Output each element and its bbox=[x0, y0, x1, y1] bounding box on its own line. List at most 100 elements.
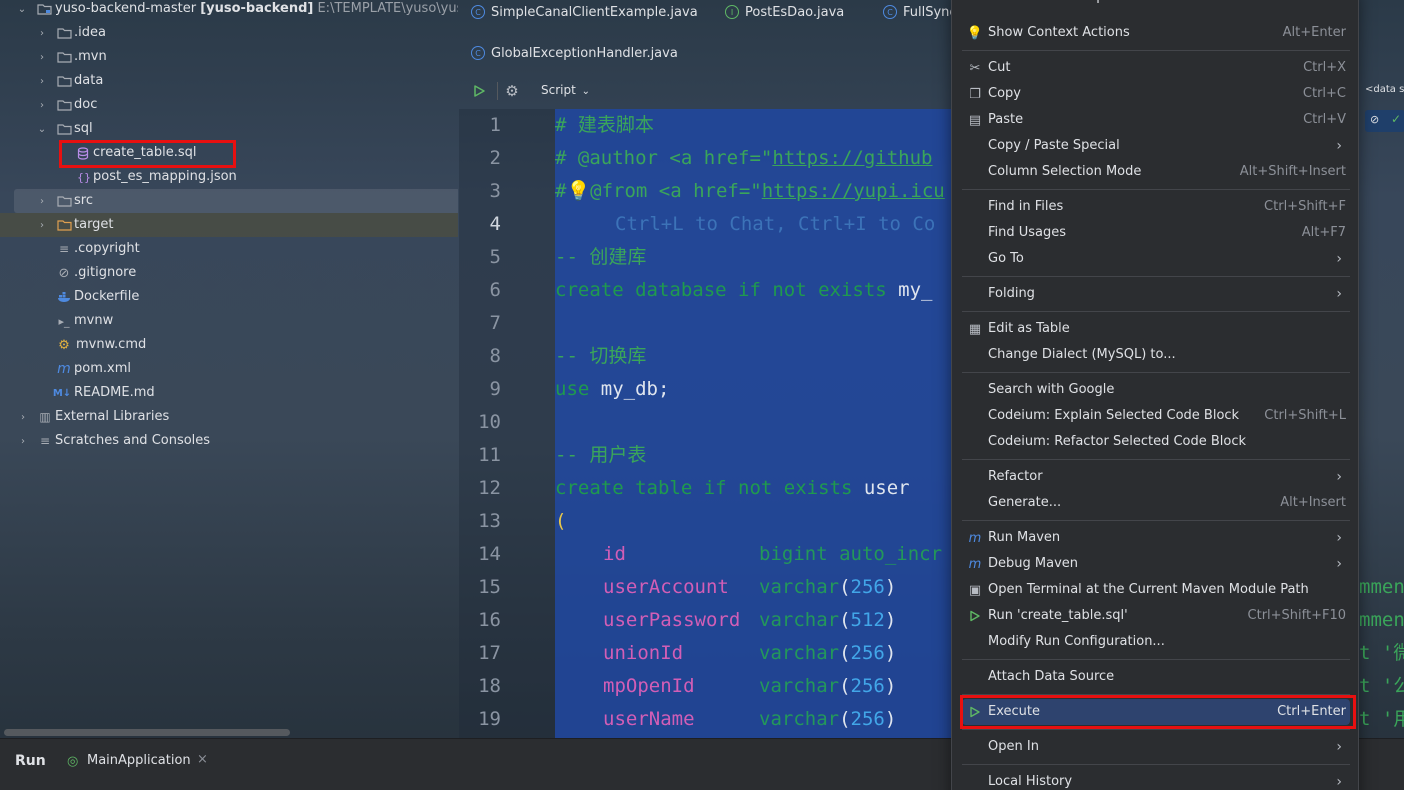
menu-item-codeium-refactor[interactable]: Codeium: Refactor Selected Code Block bbox=[962, 429, 1350, 455]
highlight-box bbox=[960, 695, 1356, 729]
project-tool-window: ⌄ yuso-backend-master [yuso-backend] E:\… bbox=[0, 0, 458, 738]
chevron-right-icon: › bbox=[1336, 530, 1342, 546]
menu-item-copy[interactable]: ❐ Copy Ctrl+C bbox=[962, 81, 1350, 107]
java-interface-icon: I bbox=[725, 5, 739, 19]
tree-item-idea[interactable]: › .idea bbox=[0, 21, 458, 45]
tree-item-label: External Libraries bbox=[55, 409, 170, 424]
menu-item-open-terminal[interactable]: ▣ Open Terminal at the Current Maven Mod… bbox=[962, 577, 1350, 603]
tab-label: FullSync bbox=[903, 4, 957, 20]
shell-script-icon: ▸_ bbox=[58, 314, 70, 328]
code-editor[interactable]: 1 2 3 4 5 6 7 8 9 10 11 12 13 14 15 16 1… bbox=[459, 109, 951, 738]
menu-item-folding[interactable]: Folding › bbox=[962, 281, 1350, 307]
menu-item-refactor[interactable]: Refactor › bbox=[962, 464, 1350, 490]
menu-item-change-dialect[interactable]: Change Dialect (MySQL) to... bbox=[962, 342, 1350, 368]
chevron-down-icon[interactable]: ⌄ bbox=[16, 0, 28, 21]
chevron-right-icon[interactable]: › bbox=[36, 93, 48, 117]
chevron-down-icon: ⌄ bbox=[581, 86, 591, 97]
tree-item-scratches[interactable]: › ≡ Scratches and Consoles bbox=[0, 429, 458, 453]
chevron-down-icon[interactable]: ⌄ bbox=[36, 117, 48, 141]
menu-separator bbox=[962, 459, 1350, 460]
tree-item-label: README.md bbox=[74, 385, 155, 400]
chevron-right-icon[interactable]: › bbox=[36, 45, 48, 69]
menu-item-column-selection[interactable]: Column Selection Mode Alt+Shift+Insert bbox=[962, 159, 1350, 185]
tree-item-post-es-mapping[interactable]: {} post_es_mapping.json bbox=[0, 165, 458, 189]
json-icon: {} bbox=[77, 170, 91, 184]
folder-icon bbox=[56, 93, 72, 117]
tree-item-label: post_es_mapping.json bbox=[93, 169, 237, 184]
menu-separator bbox=[962, 276, 1350, 277]
chevron-right-icon[interactable]: › bbox=[36, 21, 48, 45]
menu-item-run-maven[interactable]: m Run Maven › bbox=[962, 525, 1350, 551]
chevron-right-icon[interactable]: › bbox=[36, 213, 48, 237]
menu-item-debug-maven[interactable]: m Debug Maven › bbox=[962, 551, 1350, 577]
scissors-icon: ✂ bbox=[969, 60, 981, 76]
column-name: unionId bbox=[603, 642, 684, 664]
tree-item-mvn[interactable]: › .mvn bbox=[0, 45, 458, 69]
datasource-selector[interactable]: <data s bbox=[1365, 84, 1404, 95]
close-icon[interactable]: × bbox=[197, 752, 208, 767]
tree-item-doc[interactable]: › doc bbox=[0, 93, 458, 117]
menu-item-codeium-explain[interactable]: Codeium: Explain Selected Code Block Ctrl… bbox=[962, 403, 1350, 429]
menu-item-local-history[interactable]: Local History › bbox=[962, 769, 1350, 790]
tree-root-row[interactable]: ⌄ yuso-backend-master [yuso-backend] E:\… bbox=[0, 0, 458, 21]
tree-item-label: data bbox=[74, 73, 104, 88]
chevron-right-icon: › bbox=[1336, 251, 1342, 267]
tree-item-mvnw-cmd[interactable]: ⚙ mvnw.cmd bbox=[0, 333, 458, 357]
menu-item-translate[interactable]: Translate and Replace...Ctrl+Shift+X bbox=[962, 0, 1350, 10]
menu-item-run-file[interactable]: Run 'create_table.sql' Ctrl+Shift+F10 bbox=[962, 603, 1350, 629]
menu-item-find-in-files[interactable]: Find in Files Ctrl+Shift+F bbox=[962, 194, 1350, 220]
markdown-icon: M↓ bbox=[52, 387, 72, 399]
tree-item-data[interactable]: › data bbox=[0, 69, 458, 93]
menu-item-copy-paste-special[interactable]: Copy / Paste Special › bbox=[962, 133, 1350, 159]
bulb-icon[interactable]: 💡 bbox=[566, 180, 590, 202]
check-icon: ✓ bbox=[1391, 112, 1402, 126]
chevron-right-icon[interactable]: › bbox=[17, 405, 29, 429]
tab-full-sync[interactable]: C FullSync bbox=[883, 0, 957, 24]
menu-item-open-in[interactable]: Open In › bbox=[962, 734, 1350, 760]
chevron-right-icon[interactable]: › bbox=[17, 429, 29, 453]
chevron-right-icon[interactable]: › bbox=[36, 189, 48, 213]
menu-separator bbox=[962, 50, 1350, 51]
menu-item-attach-data-source[interactable]: Attach Data Source bbox=[962, 664, 1350, 690]
menu-item-generate[interactable]: Generate... Alt+Insert bbox=[962, 490, 1350, 516]
tree-item-dockerfile[interactable]: Dockerfile bbox=[0, 285, 458, 309]
run-tool-title[interactable]: Run bbox=[15, 753, 46, 769]
tree-item-external-libraries[interactable]: › ▥ External Libraries bbox=[0, 405, 458, 429]
tree-item-mvnw[interactable]: ▸_ mvnw bbox=[0, 309, 458, 333]
menu-item-paste[interactable]: ▤ Paste Ctrl+V bbox=[962, 107, 1350, 133]
tab-global-exception-handler[interactable]: C GlobalExceptionHandler.java bbox=[471, 41, 678, 65]
settings-icon[interactable]: ⚙ bbox=[504, 82, 520, 100]
line-number: 10 bbox=[478, 411, 501, 433]
menu-item-go-to[interactable]: Go To › bbox=[962, 246, 1350, 272]
chevron-right-icon[interactable]: › bbox=[36, 69, 48, 93]
tab-main-application[interactable]: MainApplication bbox=[87, 753, 191, 768]
scratches-icon: ≡ bbox=[39, 434, 51, 448]
column-name: userName bbox=[603, 708, 695, 730]
maven-icon: m bbox=[57, 361, 71, 377]
tree-item-gitignore[interactable]: ⊘ .gitignore bbox=[0, 261, 458, 285]
tree-item-sql[interactable]: ⌄ sql bbox=[0, 117, 458, 141]
menu-item-show-context-actions[interactable]: 💡 Show Context Actions Alt+Enter bbox=[962, 20, 1350, 46]
tree-item-pom[interactable]: m pom.xml bbox=[0, 357, 458, 381]
line-number: 16 bbox=[478, 609, 501, 631]
line-number: 5 bbox=[489, 246, 501, 268]
tree-item-target[interactable]: › target bbox=[0, 213, 458, 237]
inspection-widget[interactable]: ⊘ ✓ bbox=[1365, 110, 1404, 132]
line-number: 12 bbox=[478, 477, 501, 499]
script-dropdown[interactable]: Script ⌄ bbox=[541, 83, 590, 97]
maven-debug-icon: m bbox=[968, 556, 982, 572]
menu-item-edit-as-table[interactable]: ▦ Edit as Table bbox=[962, 316, 1350, 342]
code-line: -- 创建库 bbox=[555, 246, 647, 268]
menu-item-find-usages[interactable]: Find Usages Alt+F7 bbox=[962, 220, 1350, 246]
menu-item-modify-run[interactable]: Modify Run Configuration... bbox=[962, 629, 1350, 655]
line-number: 14 bbox=[478, 543, 501, 565]
tab-simple-canal-client[interactable]: C SimpleCanalClientExample.java bbox=[471, 0, 698, 24]
tree-item-readme[interactable]: M↓ README.md bbox=[0, 381, 458, 405]
menu-item-search-google[interactable]: Search with Google bbox=[962, 377, 1350, 403]
tab-post-es-dao[interactable]: I PostEsDao.java bbox=[725, 0, 844, 24]
tree-item-src[interactable]: › src bbox=[14, 189, 458, 213]
horizontal-scrollbar[interactable] bbox=[4, 729, 290, 736]
tree-item-copyright[interactable]: ≡ .copyright bbox=[0, 237, 458, 261]
run-icon[interactable] bbox=[471, 83, 487, 99]
menu-item-cut[interactable]: ✂ Cut Ctrl+X bbox=[962, 55, 1350, 81]
